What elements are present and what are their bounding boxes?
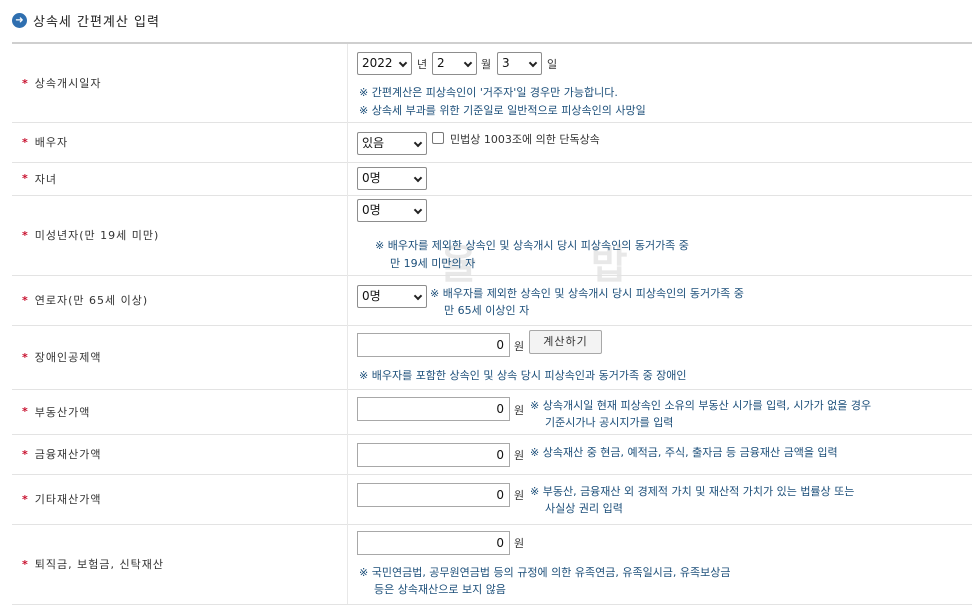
row-label: * 퇴직금, 보험금, 신탁재산 [22, 557, 164, 572]
chevron-down-icon [413, 291, 423, 301]
day-unit: 일 [547, 58, 558, 71]
row-label: * 배우자 [22, 135, 69, 150]
won-unit: 원 [514, 489, 525, 502]
children-select[interactable]: 0명 [357, 167, 427, 190]
disabled-deduction-input[interactable]: 0 [357, 333, 510, 357]
sole-inheritance-checkbox[interactable] [432, 132, 444, 144]
day-select[interactable]: 3 [497, 52, 542, 75]
won-unit: 원 [514, 340, 525, 353]
elderly-select[interactable]: 0명 [357, 285, 427, 308]
won-unit: 원 [514, 404, 525, 417]
sole-inheritance-label: 민법상 1003조에 의한 단독상속 [450, 133, 600, 146]
row-disabled: * 장애인공제액 0 원 계산하기 ※ 배우자를 포함한 상속인 및 상속 당시 … [12, 325, 972, 390]
row-label: * 부동산가액 [22, 405, 91, 419]
disabled-note: ※ 배우자를 포함한 상속인 및 상속 당시 피상속인과 동거가족 중 장애인 [359, 369, 687, 382]
row-other: * 기타재산가액 0 원 ※ 부동산, 금융재산 외 경제적 가치 및 재산적 가… [12, 474, 972, 525]
row-label: * 금융재산가액 [22, 447, 102, 462]
arrow-right-circle-icon: ➜ [12, 12, 27, 28]
required-star-icon: * [22, 228, 29, 242]
required-star-icon: * [22, 447, 29, 461]
chevron-down-icon [413, 138, 423, 148]
required-star-icon: * [22, 350, 29, 364]
minors-note-2: 만 19세 미만의 자 [390, 257, 476, 270]
chevron-down-icon [463, 58, 473, 68]
page-title: 상속세 간편계산 입력 [33, 14, 160, 30]
row-label: * 연로자(만 65세 이상) [22, 293, 149, 308]
row-label: * 기타재산가액 [22, 492, 102, 507]
chevron-down-icon [413, 173, 423, 183]
input-form-table: * 상속개시일자 2022 년 2 월 3 일 ※ 간편계산은 피상속인이 '거주… [12, 42, 972, 605]
financial-input[interactable]: 0 [357, 443, 510, 467]
other-assets-input[interactable]: 0 [357, 483, 510, 507]
spouse-select[interactable]: 있음 [357, 132, 427, 155]
row-elderly: * 연로자(만 65세 이상) 0명 ※ 배우자를 제외한 상속인 및 상속개시 … [12, 275, 972, 326]
required-star-icon: * [22, 492, 29, 506]
chevron-down-icon [413, 205, 423, 215]
won-unit: 원 [514, 449, 525, 462]
real-estate-input[interactable]: 0 [357, 397, 510, 421]
row-label: * 자녀 [22, 172, 58, 186]
start-date-note-1: ※ 간편계산은 피상속인이 '거주자'일 경우만 가능합니다. [359, 86, 618, 99]
elderly-note-1: ※ 배우자를 제외한 상속인 및 상속개시 당시 피상속인의 동거가족 중 [430, 287, 744, 300]
minors-select[interactable]: 0명 [357, 199, 427, 222]
financial-note: ※ 상속재산 중 현금, 예적금, 주식, 출자금 등 금융재산 금액을 입력 [530, 446, 838, 459]
page-header: ➜ 상속세 간편계산 입력 [12, 10, 160, 30]
elderly-note-2: 만 65세 이상인 자 [444, 304, 530, 317]
row-label: * 미성년자(만 19세 미만) [22, 228, 160, 243]
won-unit: 원 [514, 537, 525, 550]
year-select[interactable]: 2022 [357, 52, 412, 75]
required-star-icon: * [22, 405, 29, 418]
row-minors: * 미성년자(만 19세 미만) 0명 ※ 배우자를 제외한 상속인 및 상속개시… [12, 195, 972, 276]
year-unit: 년 [417, 58, 428, 71]
row-financial: * 금융재산가액 0 원 ※ 상속재산 중 현금, 예적금, 주식, 출자금 등 … [12, 434, 972, 475]
month-select[interactable]: 2 [432, 52, 477, 75]
retirement-note-1: ※ 국민연금법, 공무원연금법 등의 규정에 의한 유족연금, 유족일시금, 유… [359, 566, 731, 579]
month-unit: 월 [481, 58, 492, 71]
required-star-icon: * [22, 172, 29, 185]
required-star-icon: * [22, 557, 29, 571]
calculate-button[interactable]: 계산하기 [529, 330, 602, 354]
real-estate-note-2: 기준시가나 공시지가를 입력 [545, 416, 674, 429]
row-retirement: * 퇴직금, 보험금, 신탁재산 0 원 ※ 국민연금법, 공무원연금법 등의 규… [12, 524, 972, 605]
required-star-icon: * [22, 135, 29, 149]
row-start-date: * 상속개시일자 2022 년 2 월 3 일 ※ 간편계산은 피상속인이 '거주… [12, 44, 972, 123]
start-date-note-2: ※ 상속세 부과를 위한 기준일로 일반적으로 피상속인의 사망일 [359, 104, 646, 117]
required-star-icon: * [22, 76, 29, 90]
chevron-down-icon [528, 58, 538, 68]
required-star-icon: * [22, 293, 29, 307]
retirement-input[interactable]: 0 [357, 531, 510, 555]
row-label: * 상속개시일자 [22, 76, 102, 91]
minors-note-1: ※ 배우자를 제외한 상속인 및 상속개시 당시 피상속인의 동거가족 중 [375, 239, 689, 252]
row-spouse: * 배우자 있음 민법상 1003조에 의한 단독상속 [12, 122, 972, 163]
row-children: * 자녀 0명 [12, 162, 972, 196]
other-note-1: ※ 부동산, 금융재산 외 경제적 가치 및 재산적 가치가 있는 법률상 또는 [530, 485, 855, 498]
real-estate-note-1: ※ 상속개시일 현재 피상속인 소유의 부동산 시가를 입력, 시가가 없을 경… [530, 399, 872, 412]
row-label: * 장애인공제액 [22, 350, 102, 365]
other-note-2: 사실상 권리 입력 [545, 502, 623, 515]
retirement-note-2: 등은 상속재산으로 보지 않음 [374, 583, 506, 596]
chevron-down-icon [398, 58, 408, 68]
row-real-estate: * 부동산가액 0 원 ※ 상속개시일 현재 피상속인 소유의 부동산 시가를 입… [12, 389, 972, 435]
